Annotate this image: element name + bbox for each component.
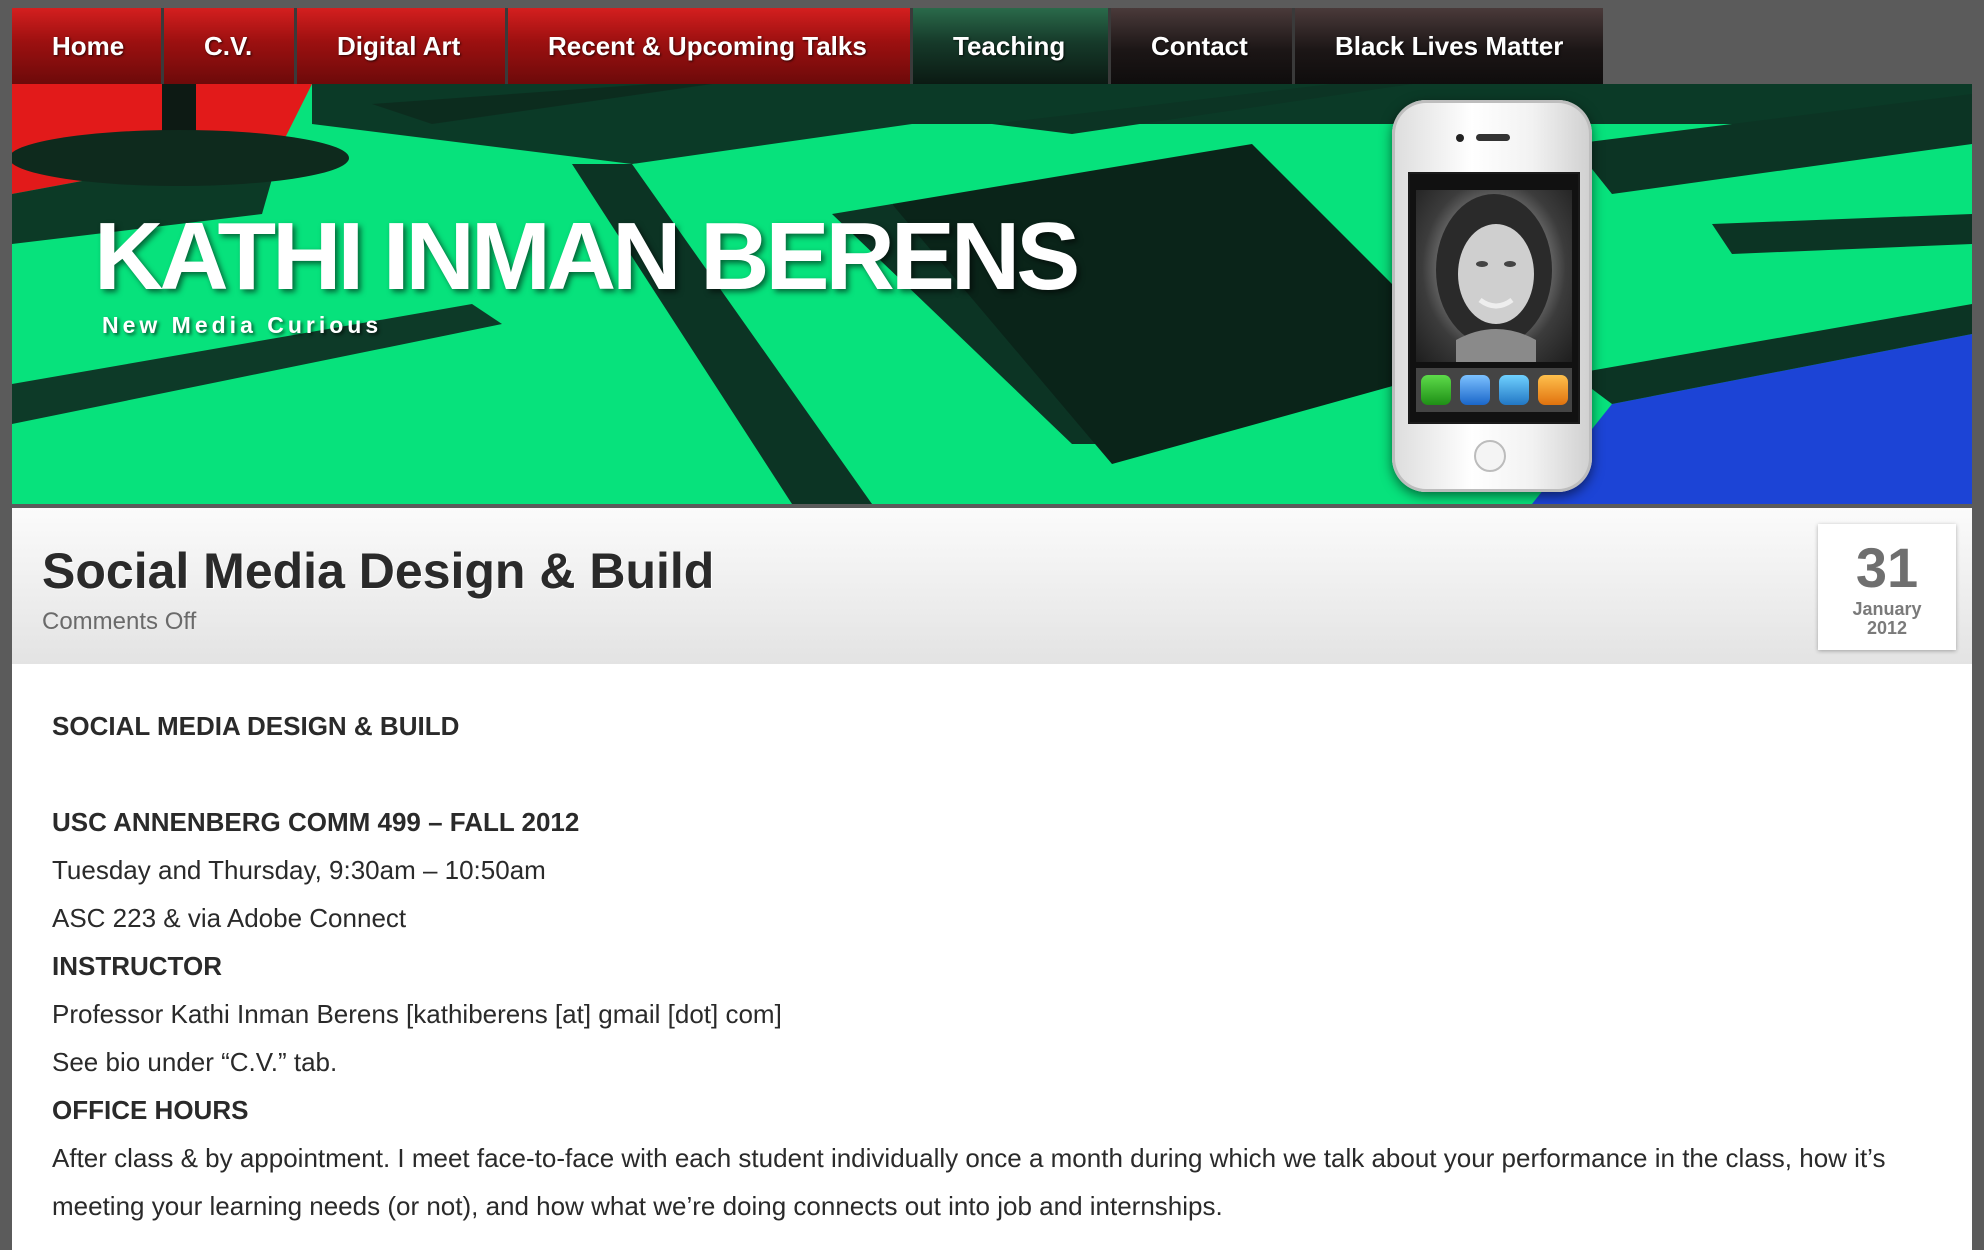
- post-header: Social Media Design & Build Comments Off…: [12, 508, 1972, 664]
- ipod-app-icon: [1537, 375, 1568, 405]
- nav-item-label: Teaching: [953, 30, 1066, 61]
- content-heading: SOCIAL MEDIA DESIGN & BUILD: [52, 711, 460, 741]
- instructor-heading: INSTRUCTOR: [52, 951, 222, 981]
- office-hours-text: After class & by appointment. I meet fac…: [52, 1143, 1886, 1221]
- site-title[interactable]: KATHI INMAN BERENS: [94, 202, 1080, 312]
- nav-item-cv[interactable]: C.V.: [164, 8, 297, 84]
- nav-item-label: Black Lives Matter: [1335, 30, 1564, 61]
- nav-item-label: Contact: [1151, 30, 1248, 61]
- post-body: SOCIAL MEDIA DESIGN & BUILD USC ANNENBER…: [52, 702, 1932, 1230]
- phone-screen: [1408, 172, 1580, 424]
- office-hours-heading: OFFICE HOURS: [52, 1095, 249, 1125]
- post-date-badge: 31 January 2012: [1818, 524, 1956, 650]
- nav-item-talks[interactable]: Recent & Upcoming Talks: [508, 8, 913, 84]
- phone-dock: [1416, 368, 1572, 412]
- header-banner: KATHI INMAN BERENS New Media Curious: [12, 84, 1972, 504]
- instructor-info: Professor Kathi Inman Berens [kathiberen…: [52, 999, 782, 1029]
- nav-item-label: Home: [52, 30, 125, 61]
- course-schedule: Tuesday and Thursday, 9:30am – 10:50am: [52, 855, 546, 885]
- nav-item-label: Recent & Upcoming Talks: [548, 30, 867, 61]
- course-location: ASC 223 & via Adobe Connect: [52, 903, 407, 933]
- main-nav: Home C.V. Digital Art Recent & Upcoming …: [12, 8, 1603, 84]
- nav-item-label: C.V.: [204, 30, 253, 61]
- post-date-day: 31: [1855, 536, 1919, 599]
- phone-app-icon: [1420, 375, 1451, 405]
- portrait-photo: [1416, 190, 1572, 362]
- post-comments-status: Comments Off: [42, 608, 197, 635]
- nav-item-black-lives-matter[interactable]: Black Lives Matter: [1295, 8, 1603, 84]
- post-content: SOCIAL MEDIA DESIGN & BUILD USC ANNENBER…: [12, 664, 1972, 1250]
- post-title[interactable]: Social Media Design & Build: [42, 542, 714, 600]
- nav-item-home[interactable]: Home: [12, 8, 164, 84]
- nav-item-label: Digital Art: [337, 30, 461, 61]
- nav-item-digital-art[interactable]: Digital Art: [297, 8, 508, 84]
- phone-speaker: [1476, 134, 1510, 141]
- phone-illustration: [1392, 100, 1592, 492]
- safari-app-icon: [1498, 375, 1529, 405]
- mail-app-icon: [1459, 375, 1490, 405]
- course-title: USC ANNENBERG COMM 499 – FALL 2012: [52, 807, 580, 837]
- nav-item-teaching[interactable]: Teaching: [913, 8, 1111, 84]
- portrait-image: [1436, 194, 1552, 362]
- phone-home-button: [1474, 440, 1506, 472]
- site-tagline: New Media Curious: [102, 312, 383, 338]
- nav-item-contact[interactable]: Contact: [1111, 8, 1295, 84]
- post-date-year: 2012: [1866, 617, 1908, 638]
- bio-note: See bio under “C.V.” tab.: [52, 1047, 338, 1077]
- post-date-month: January: [1852, 599, 1922, 619]
- phone-camera: [1456, 134, 1464, 142]
